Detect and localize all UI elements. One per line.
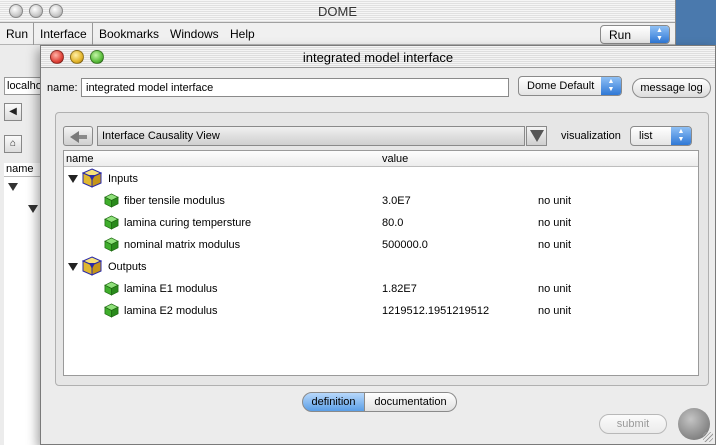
menu-windows[interactable]: Windows: [170, 27, 219, 41]
view-bar: Interface Causality View: [63, 126, 547, 146]
table-row[interactable]: fiber tensile modulus 3.0E7 no unit: [64, 190, 698, 212]
parameter-name: lamina E2 modulus: [124, 305, 218, 317]
table-row[interactable]: lamina E1 modulus 1.82E7 no unit: [64, 278, 698, 300]
parameter-unit[interactable]: no unit: [538, 305, 571, 317]
parameter-cube-icon: [104, 193, 119, 208]
table-row[interactable]: lamina E2 modulus 1219512.1951219512 no un…: [64, 300, 698, 322]
parameter-unit[interactable]: no unit: [538, 195, 571, 207]
column-value[interactable]: value: [382, 153, 408, 165]
table-row[interactable]: lamina curing tempersture 80.0 no unit: [64, 212, 698, 234]
parameter-name: lamina curing tempersture: [124, 217, 252, 229]
dome-default-select[interactable]: Dome Default ▲ ▼: [518, 76, 622, 96]
resize-grip-icon[interactable]: [703, 432, 713, 442]
dome-title: DOME: [318, 4, 357, 19]
dome-title-bar: DOME: [0, 0, 675, 23]
parameter-value[interactable]: 1.82E7: [382, 283, 417, 295]
parameter-value[interactable]: 1219512.1951219512: [382, 305, 489, 317]
visualization-select[interactable]: list ▲ ▼: [630, 126, 692, 146]
parameter-cube-icon: [104, 237, 119, 252]
parameter-cube-icon: [104, 215, 119, 230]
window-title: integrated model interface: [302, 50, 454, 65]
expand-icon[interactable]: [28, 205, 38, 213]
tree-name-header: name: [4, 163, 44, 177]
tree-view[interactable]: [4, 177, 44, 445]
parameter-unit[interactable]: no unit: [538, 217, 571, 229]
parameter-table: name value Inputs fiber tensile modulus 3.…: [63, 150, 699, 376]
menu-interface[interactable]: Interface: [40, 27, 87, 41]
chevron-up-down-icon: ▲ ▼: [650, 26, 669, 43]
table-header: name value: [64, 151, 698, 167]
menu-bar: Run Interface Bookmarks Windows Help: [0, 23, 675, 45]
submit-button[interactable]: submit: [599, 414, 667, 434]
parameter-value[interactable]: 3.0E7: [382, 195, 411, 207]
name-input[interactable]: integrated model interface: [81, 78, 509, 97]
group-label: Inputs: [108, 173, 138, 185]
server-field[interactable]: localhost: [4, 77, 44, 95]
parameter-cube-icon: [104, 281, 119, 296]
group-icon: [81, 168, 103, 188]
home-icon[interactable]: ⌂: [4, 135, 22, 153]
visualization-value: list: [639, 130, 653, 142]
parameter-unit[interactable]: no unit: [538, 239, 571, 251]
chevron-up-down-icon: ▲ ▼: [671, 127, 691, 145]
view-select[interactable]: Interface Causality View: [97, 126, 525, 146]
parameter-name: fiber tensile modulus: [124, 195, 225, 207]
parameter-cube-icon: [104, 303, 119, 318]
menu-separator: [33, 23, 34, 45]
expand-icon[interactable]: [8, 183, 18, 191]
integrated-model-window: integrated model interface name: integra…: [40, 45, 716, 445]
column-name[interactable]: name: [66, 153, 94, 165]
run-mode-select[interactable]: Run ▲ ▼: [600, 25, 670, 44]
message-log-button[interactable]: message log: [632, 78, 711, 98]
expand-icon[interactable]: [68, 175, 78, 183]
group-row-inputs[interactable]: Inputs: [64, 168, 698, 190]
back-arrow-icon[interactable]: [63, 126, 93, 146]
tab-definition[interactable]: definition: [302, 392, 365, 412]
parameter-value[interactable]: 500000.0: [382, 239, 428, 251]
name-label: name:: [47, 82, 78, 94]
back-left-panel: localhost ◀ ⌂ name: [0, 45, 44, 445]
parameter-unit[interactable]: no unit: [538, 283, 571, 295]
view-dropdown-icon[interactable]: [526, 126, 547, 146]
menu-run[interactable]: Run: [6, 27, 28, 41]
dome-default-value: Dome Default: [527, 80, 595, 92]
visualization-label: visualization: [561, 130, 621, 142]
table-row[interactable]: nominal matrix modulus 500000.0 no unit: [64, 234, 698, 256]
menu-bookmarks[interactable]: Bookmarks: [99, 27, 159, 41]
expand-icon[interactable]: [68, 263, 78, 271]
group-label: Outputs: [108, 261, 147, 273]
parameter-name: lamina E1 modulus: [124, 283, 218, 295]
menu-help[interactable]: Help: [230, 27, 255, 41]
group-icon: [81, 256, 103, 276]
tab-documentation[interactable]: documentation: [365, 392, 457, 412]
run-mode-value: Run: [609, 28, 632, 42]
group-row-outputs[interactable]: Outputs: [64, 256, 698, 278]
chevron-up-down-icon: ▲ ▼: [601, 77, 621, 95]
parameter-name: nominal matrix modulus: [124, 239, 241, 251]
parameter-value[interactable]: 80.0: [382, 217, 403, 229]
window-title-bar: integrated model interface: [41, 46, 715, 68]
menu-separator: [92, 23, 93, 45]
back-nav-icon[interactable]: ◀: [4, 103, 22, 121]
